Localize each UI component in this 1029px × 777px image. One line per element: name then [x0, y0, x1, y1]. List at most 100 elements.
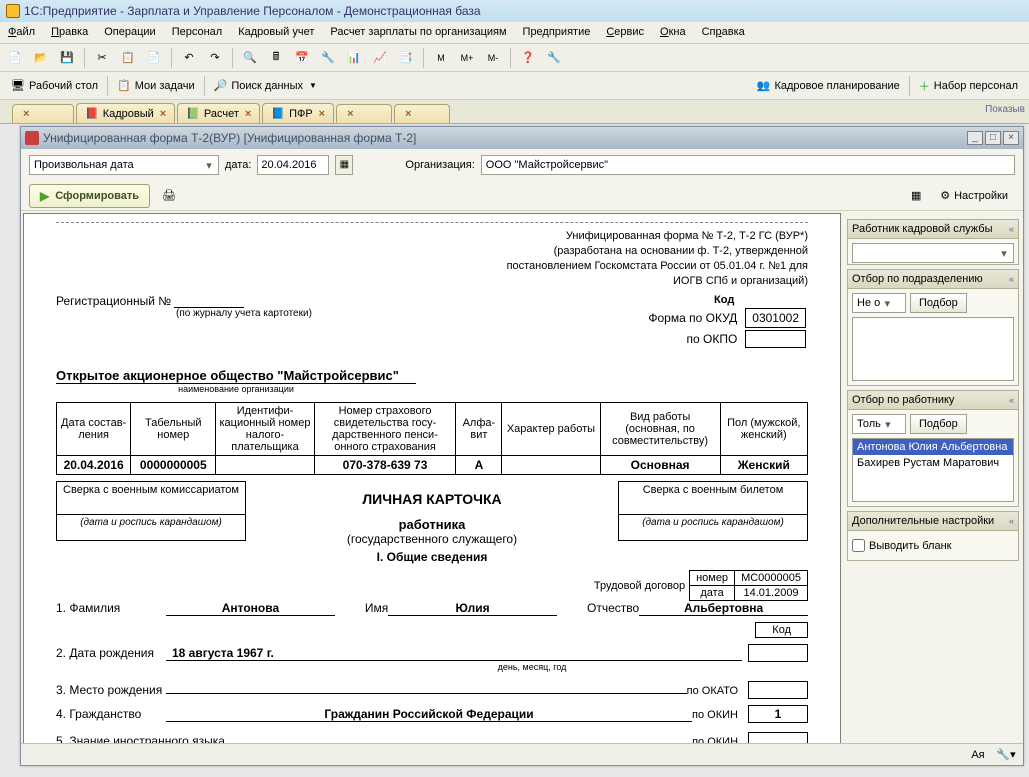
statusbar: Ая 🔧▾	[21, 743, 1023, 765]
org-field[interactable]: ООО "Майстройсервис"	[481, 155, 1015, 175]
minimize-button[interactable]: _	[967, 131, 983, 145]
find-icon[interactable]: 🔍	[239, 47, 261, 69]
kadr-plan-button[interactable]: 👥Кадровое планирование	[750, 75, 907, 97]
plus-person-icon: ＋	[919, 78, 930, 94]
cut-icon[interactable]: ✂	[91, 47, 113, 69]
list-item[interactable]: Бахирев Рустам Маратович	[853, 455, 1013, 471]
maximize-button[interactable]: □	[985, 131, 1001, 145]
dept-pick-button[interactable]: Подбор	[910, 293, 967, 313]
period-combo[interactable]: Произвольная дата ▾	[29, 155, 219, 175]
tool2-icon[interactable]: 📊	[343, 47, 365, 69]
field-birthdate: 2. Дата рождения 18 августа 1967 г.	[56, 646, 808, 662]
checkbox-input[interactable]	[852, 539, 865, 552]
app-title: 1С:Предприятие - Зарплата и Управление П…	[24, 4, 481, 18]
close-icon[interactable]: ×	[319, 108, 325, 120]
desktop-button[interactable]: 🖥Рабочий стол	[4, 75, 105, 97]
doc-icon: 📘	[271, 107, 285, 120]
search-button[interactable]: 🔎Поиск данных▼	[207, 75, 324, 97]
panel-emp-header[interactable]: Отбор по работнику«	[847, 390, 1019, 410]
menu-enterprise[interactable]: Предприятие	[521, 24, 593, 41]
desktop-icon: 🖥	[11, 79, 25, 92]
report-window: Унифицированная форма Т-2(ВУР) [Унифицир…	[20, 126, 1024, 766]
menu-zarplata[interactable]: Расчет зарплаты по организациям	[328, 24, 508, 41]
tool1-icon[interactable]: 🔧	[317, 47, 339, 69]
blank-checkbox[interactable]: Выводить бланк	[852, 539, 1014, 552]
panel-add-header[interactable]: Дополнительные настройки«	[847, 511, 1019, 531]
tab-raschet[interactable]: 📗Расчет×	[177, 103, 260, 123]
close-icon[interactable]: ×	[160, 108, 166, 120]
menu-edit[interactable]: Правка	[49, 24, 90, 41]
subwindow-titlebar: Унифицированная форма Т-2(ВУР) [Унифицир…	[21, 127, 1023, 149]
emp-pick-button[interactable]: Подбор	[910, 414, 967, 434]
trud-box: Трудовой договорномерМС0000005 дата14.01…	[588, 570, 808, 601]
calc-icon[interactable]: 🖩	[265, 47, 287, 69]
search-icon: 🔎	[214, 79, 228, 92]
tab-5[interactable]: ×	[336, 104, 392, 123]
tab-1[interactable]: ×	[12, 104, 74, 123]
close-button[interactable]: ×	[1003, 131, 1019, 145]
report-header: Унифицированная форма № Т-2, Т-2 ГС (ВУР…	[56, 229, 808, 288]
menu-personnel[interactable]: Персонал	[170, 24, 225, 41]
calendar-button[interactable]: ▦	[335, 155, 353, 175]
nabor-button[interactable]: ＋Набор персонал	[912, 75, 1025, 97]
shift1-icon[interactable]: М	[430, 47, 452, 69]
dept-list[interactable]	[852, 317, 1014, 381]
print-icon[interactable]: 🖨	[158, 185, 180, 207]
side-panel: Работник кадровой службы« ▾ Отбор по под…	[843, 211, 1023, 765]
param-row: Произвольная дата ▾ дата: 20.04.2016 ▦ О…	[21, 149, 1023, 181]
paste-icon[interactable]: 📄	[143, 47, 165, 69]
worker-combo[interactable]: ▾	[852, 243, 1014, 263]
menu-ops[interactable]: Операции	[102, 24, 157, 41]
report-area[interactable]: Унифицированная форма № Т-2, Т-2 ГС (ВУР…	[23, 213, 841, 763]
dept-mode-combo[interactable]: Не о▾	[852, 293, 906, 313]
menu-windows[interactable]: Окна	[658, 24, 688, 41]
list-item[interactable]: Антонова Юлия Альбертовна	[853, 439, 1013, 455]
tab-pfr[interactable]: 📘ПФР×	[262, 103, 334, 123]
settings-button[interactable]: ⚙Настройки	[933, 185, 1015, 207]
emp-list[interactable]: Антонова Юлия Альбертовна Бахирев Рустам…	[852, 438, 1014, 502]
close-icon[interactable]: ×	[245, 108, 251, 120]
window-icon	[25, 131, 39, 145]
save-icon[interactable]: 💾	[56, 47, 78, 69]
document-tabs: × 📕Кадровый× 📗Расчет× 📘ПФР× × × Показыв	[0, 100, 1029, 124]
shift2-icon[interactable]: М+	[456, 47, 478, 69]
generate-button[interactable]: ▶ Сформировать	[29, 184, 150, 208]
secondary-toolbar: 🖥Рабочий стол 📋Мои задачи 🔎Поиск данных▼…	[0, 72, 1029, 100]
menu-help[interactable]: Справка	[700, 24, 747, 41]
tab-overflow[interactable]: Показыв	[985, 104, 1025, 115]
panel-dept-header[interactable]: Отбор по подразделению«	[847, 269, 1019, 289]
new-icon[interactable]: 📄	[4, 47, 26, 69]
status-icon-1[interactable]: Ая	[967, 744, 989, 766]
main-toolbar: 📄 📂 💾 ✂ 📋 📄 ↶ ↷ 🔍 🖩 📅 🔧 📊 📈 📑 М М+ М- ❓ …	[0, 44, 1029, 72]
help-icon[interactable]: ❓	[517, 47, 539, 69]
redo-icon[interactable]: ↷	[204, 47, 226, 69]
tab-kadroviy[interactable]: 📕Кадровый×	[76, 103, 175, 123]
play-icon: ▶	[40, 189, 49, 203]
org-name: Открытое акционерное общество "Майстройс…	[56, 368, 808, 384]
menu-service[interactable]: Сервис	[604, 24, 646, 41]
shift3-icon[interactable]: М-	[482, 47, 504, 69]
date-label: дата:	[225, 159, 251, 171]
menu-kadr[interactable]: Кадровый учет	[236, 24, 316, 41]
date-input[interactable]: 20.04.2016	[257, 155, 329, 175]
undo-icon[interactable]: ↶	[178, 47, 200, 69]
menu-file[interactable]: Файл	[6, 24, 37, 41]
panel-worker-header[interactable]: Работник кадровой службы«	[847, 219, 1019, 239]
chevron-down-icon[interactable]: ▾	[202, 159, 216, 172]
calendar-icon[interactable]: 📅	[291, 47, 313, 69]
mytasks-button[interactable]: 📋Мои задачи	[110, 75, 202, 97]
tab-6[interactable]: ×	[394, 104, 450, 123]
gear-icon: ⚙	[940, 189, 950, 202]
grid-icon[interactable]: ▦	[905, 185, 927, 207]
settings-icon[interactable]: 🔧	[543, 47, 565, 69]
tasks-icon: 📋	[117, 79, 131, 92]
menubar: Файл Правка Операции Персонал Кадровый у…	[0, 22, 1029, 44]
tool4-icon[interactable]: 📑	[395, 47, 417, 69]
copy-icon[interactable]: 📋	[117, 47, 139, 69]
status-icon-2[interactable]: 🔧▾	[995, 744, 1017, 766]
emp-mode-combo[interactable]: Толь▾	[852, 414, 906, 434]
period-value: Произвольная дата	[34, 159, 134, 171]
open-icon[interactable]: 📂	[30, 47, 52, 69]
field-fio: 1. Фамилия Антонова Имя Юлия Отчество Ал…	[56, 601, 808, 616]
tool3-icon[interactable]: 📈	[369, 47, 391, 69]
